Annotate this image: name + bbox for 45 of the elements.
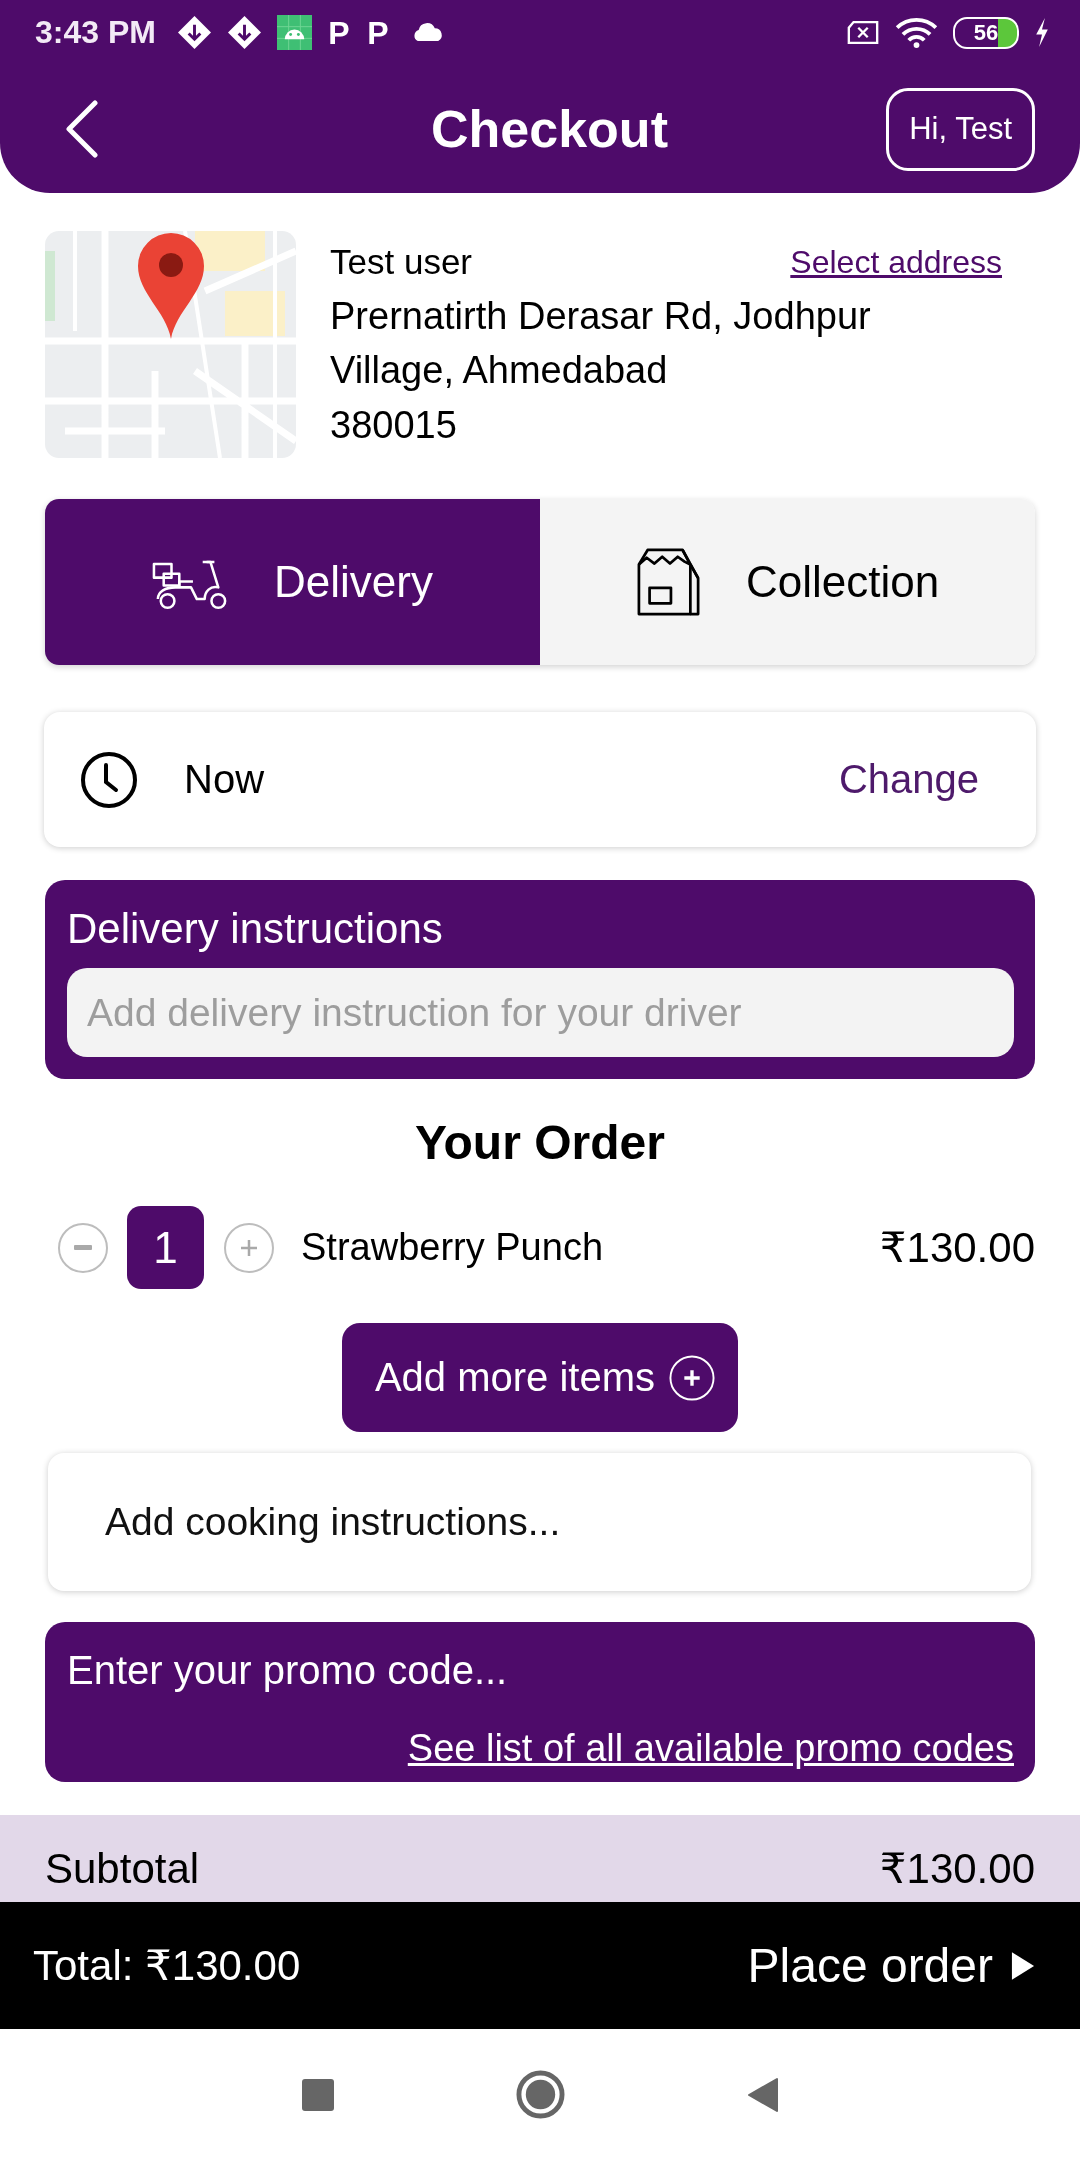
add-more-button[interactable]: Add more items xyxy=(341,1323,739,1432)
promo-code-panel[interactable]: Enter your promo code... See list of all available promo codes xyxy=(45,1622,1035,1782)
change-link[interactable]: Change xyxy=(838,757,979,802)
time-label: Now xyxy=(184,757,265,802)
bag-icon xyxy=(635,547,702,617)
total-amount: Total: ₹130.00 xyxy=(33,1941,301,1990)
address-text: Prernatirth Derasar Rd, Jodhpur Village, Ahmedabad xyxy=(330,294,872,393)
account-button[interactable]: Hi, Test xyxy=(886,87,1035,171)
plus-icon xyxy=(240,1238,258,1257)
minus-icon xyxy=(74,1245,92,1250)
back-icon[interactable] xyxy=(746,2076,779,2113)
wifi-icon xyxy=(895,17,938,48)
page-title: Checkout xyxy=(431,99,668,159)
back-icon[interactable] xyxy=(64,100,98,158)
postcode-text: 380015 xyxy=(330,403,458,448)
arrow-right-icon xyxy=(1011,1950,1035,1981)
instruction-field[interactable]: Add delivery instruction for your driver xyxy=(67,968,1014,1057)
download-icon xyxy=(176,15,212,50)
notification-letter: P xyxy=(366,14,390,51)
promo-code-field[interactable]: Enter your promo code... xyxy=(67,1644,1014,1696)
subtotal-value: ₹130.00 xyxy=(879,1844,1035,1894)
status-time: 3:43 PM xyxy=(35,14,156,51)
panel-title: Delivery instructions xyxy=(67,904,444,954)
subtotal-label: Subtotal xyxy=(45,1844,200,1894)
download-icon xyxy=(226,15,262,50)
fulfilment-tab[interactable]: Collection xyxy=(540,499,1035,665)
clock-icon xyxy=(80,750,138,809)
plus-circle-icon xyxy=(669,1354,716,1401)
promo-list-link[interactable]: See list of all available promo codes xyxy=(407,1724,1014,1772)
notification-letter: P xyxy=(327,14,351,51)
select-address-link[interactable]: Select address xyxy=(790,243,1002,281)
customer-name: Test user xyxy=(330,242,472,282)
charging-icon xyxy=(1034,18,1050,47)
item-price: ₹130.00 xyxy=(879,1223,1035,1272)
cooking-instructions-field[interactable]: Add cooking instructions... xyxy=(48,1453,1031,1591)
fulfilment-tab[interactable]: Delivery xyxy=(45,499,540,665)
no-sim-icon xyxy=(846,20,880,45)
robot-icon xyxy=(276,15,312,50)
quantity-value: 1 xyxy=(127,1206,204,1289)
item-name: Strawberry Punch xyxy=(301,1226,603,1269)
recent-apps-icon[interactable] xyxy=(301,2078,334,2111)
place-order-button[interactable]: Place order xyxy=(747,1938,1035,1993)
section-title: Your Order xyxy=(414,1115,666,1171)
battery-indicator: 56 xyxy=(953,16,1019,49)
home-icon[interactable] xyxy=(515,2070,565,2119)
